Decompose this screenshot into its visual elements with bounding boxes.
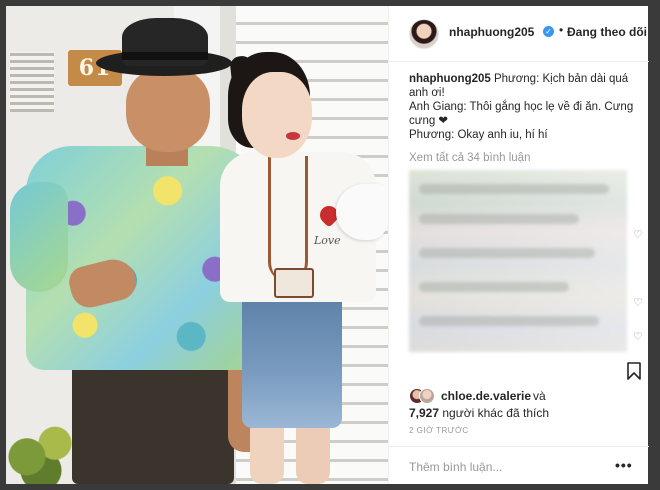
woman-lips: [286, 132, 300, 140]
woman-face: [242, 72, 312, 158]
more-dots-icon[interactable]: •••: [615, 457, 633, 473]
shirt-love-text: Love: [314, 234, 341, 247]
post-photo[interactable]: 61 Love: [6, 6, 388, 484]
man-pants: [72, 356, 234, 484]
man-face: [126, 68, 210, 152]
post-sidebar: nhaphuong205 ✓ • Đang theo dõi nhaphuong…: [388, 6, 649, 484]
woman-hand: [336, 184, 388, 240]
view-all-comments-link[interactable]: Xem tất cả 34 bình luận: [409, 152, 530, 164]
instagram-post-modal: 61 Love nhaphuong205 ✓ • Đang theo dõi n…: [6, 6, 649, 484]
blurred-comment: [419, 248, 595, 258]
blurred-comment: [419, 214, 579, 224]
avatar[interactable]: [419, 388, 435, 404]
comment-bar: •••: [389, 446, 649, 484]
caption-username[interactable]: nhaphuong205: [409, 73, 491, 85]
following-button[interactable]: Đang theo dõi: [567, 25, 647, 39]
bookmark-icon[interactable]: [627, 362, 641, 380]
caption-line: Anh Giang: Thôi gắng học lẹ về đi ăn. Cư…: [409, 101, 634, 127]
likes-number: 7,927: [409, 406, 440, 420]
blurred-comment: [419, 282, 569, 292]
avatar[interactable]: [409, 19, 439, 49]
caption-line: Phương: Okay anh iu, hí hí: [409, 129, 548, 141]
liked-by-username[interactable]: chloe.de.valerie: [441, 389, 531, 403]
blurred-comments: [409, 170, 627, 352]
blurred-comment: [419, 184, 609, 194]
likes-suffix: người khác đã thích: [442, 406, 550, 420]
verified-badge-icon: ✓: [543, 26, 554, 37]
man-hat-band: [122, 52, 208, 60]
man-sleeve: [10, 182, 68, 292]
action-bar: [389, 358, 649, 386]
likes-count[interactable]: 7,927 người khác đã thích: [409, 406, 549, 420]
likes-and-text: và: [533, 389, 546, 403]
photo-vent: [10, 52, 54, 112]
comment-input[interactable]: [409, 459, 599, 475]
woman-id-badge: [274, 268, 314, 298]
heart-outline-icon[interactable]: ♡: [633, 298, 644, 309]
post-timestamp[interactable]: 2 GIỜ TRƯỚC: [409, 426, 469, 435]
post-header: nhaphuong205 ✓ • Đang theo dõi: [389, 6, 649, 62]
blurred-comment: [419, 316, 599, 326]
woman-denim-skirt: [242, 292, 342, 428]
post-caption: nhaphuong205 Phương: Kịch bản dài quá an…: [409, 72, 635, 142]
photo-plant: [6, 416, 76, 484]
header-username[interactable]: nhaphuong205: [449, 25, 534, 39]
woman-lanyard: [268, 156, 308, 282]
heart-outline-icon[interactable]: ♡: [633, 230, 644, 241]
likes-summary: chloe.de.valerie và 7,927 người khác đã …: [409, 386, 639, 422]
header-separator: •: [559, 23, 564, 37]
heart-outline-icon[interactable]: ♡: [633, 332, 644, 343]
